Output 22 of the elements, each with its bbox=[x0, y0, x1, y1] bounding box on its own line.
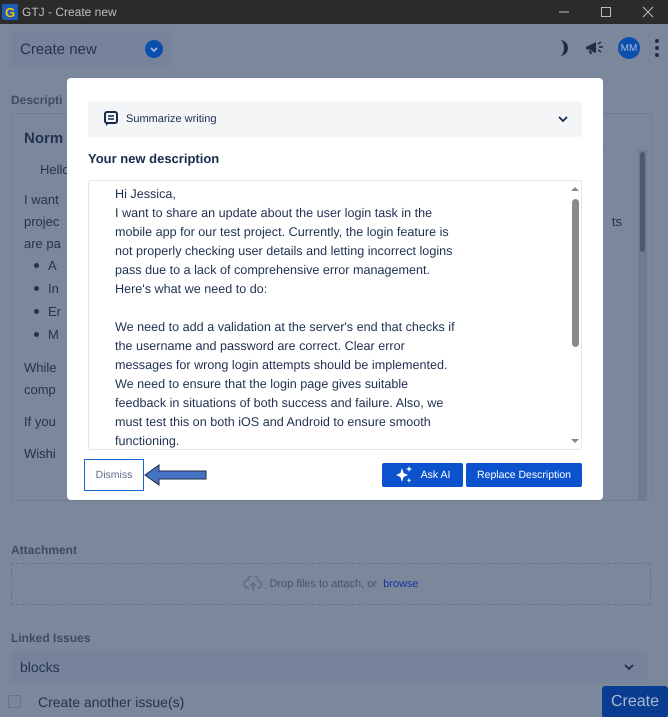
description-text: Wishi bbox=[24, 446, 56, 460]
field-label: Linked Issues bbox=[11, 631, 92, 645]
window-title: GTJ - Create new bbox=[22, 5, 117, 19]
app-logo-icon: G bbox=[2, 4, 18, 20]
description-text: ts bbox=[612, 214, 622, 228]
description-text: M bbox=[48, 327, 59, 342]
field-label: Descripti bbox=[11, 93, 64, 107]
description-text: A bbox=[48, 258, 57, 273]
text-style-label: Norm bbox=[24, 130, 64, 146]
checkbox-label: Create another issue(s) bbox=[38, 694, 184, 710]
description-text: Er bbox=[48, 304, 61, 319]
description-paragraph: We need to add a validation at the server's end that checks if the username and password are correct. Clear error messages for wrong login attempts should be implemented. We need to ensure that the login page gives suitable feedback in situations of both success and failure. Also, we must test this on both iOS and Android to ensure smooth functioning. bbox=[115, 319, 456, 449]
description-paragraph: Hi Jessica, I want to share an update about the user login task in the mobile app for our test project. Currently, the login feature is not properly checking user details and letting incorrect logins pass due to a lack of comprehensive error management. Here's what we need to do: bbox=[115, 186, 454, 298]
description-text: While bbox=[24, 360, 57, 374]
description-text: I want bbox=[24, 192, 59, 206]
description-text: If you bbox=[24, 414, 56, 428]
description-text: In bbox=[48, 281, 59, 296]
field-label: Attachment bbox=[11, 543, 78, 557]
dialog-heading: Your new description bbox=[88, 151, 220, 166]
description-text: projec bbox=[24, 214, 60, 228]
description-text: comp bbox=[24, 382, 56, 396]
description-text: are pa bbox=[24, 236, 61, 250]
